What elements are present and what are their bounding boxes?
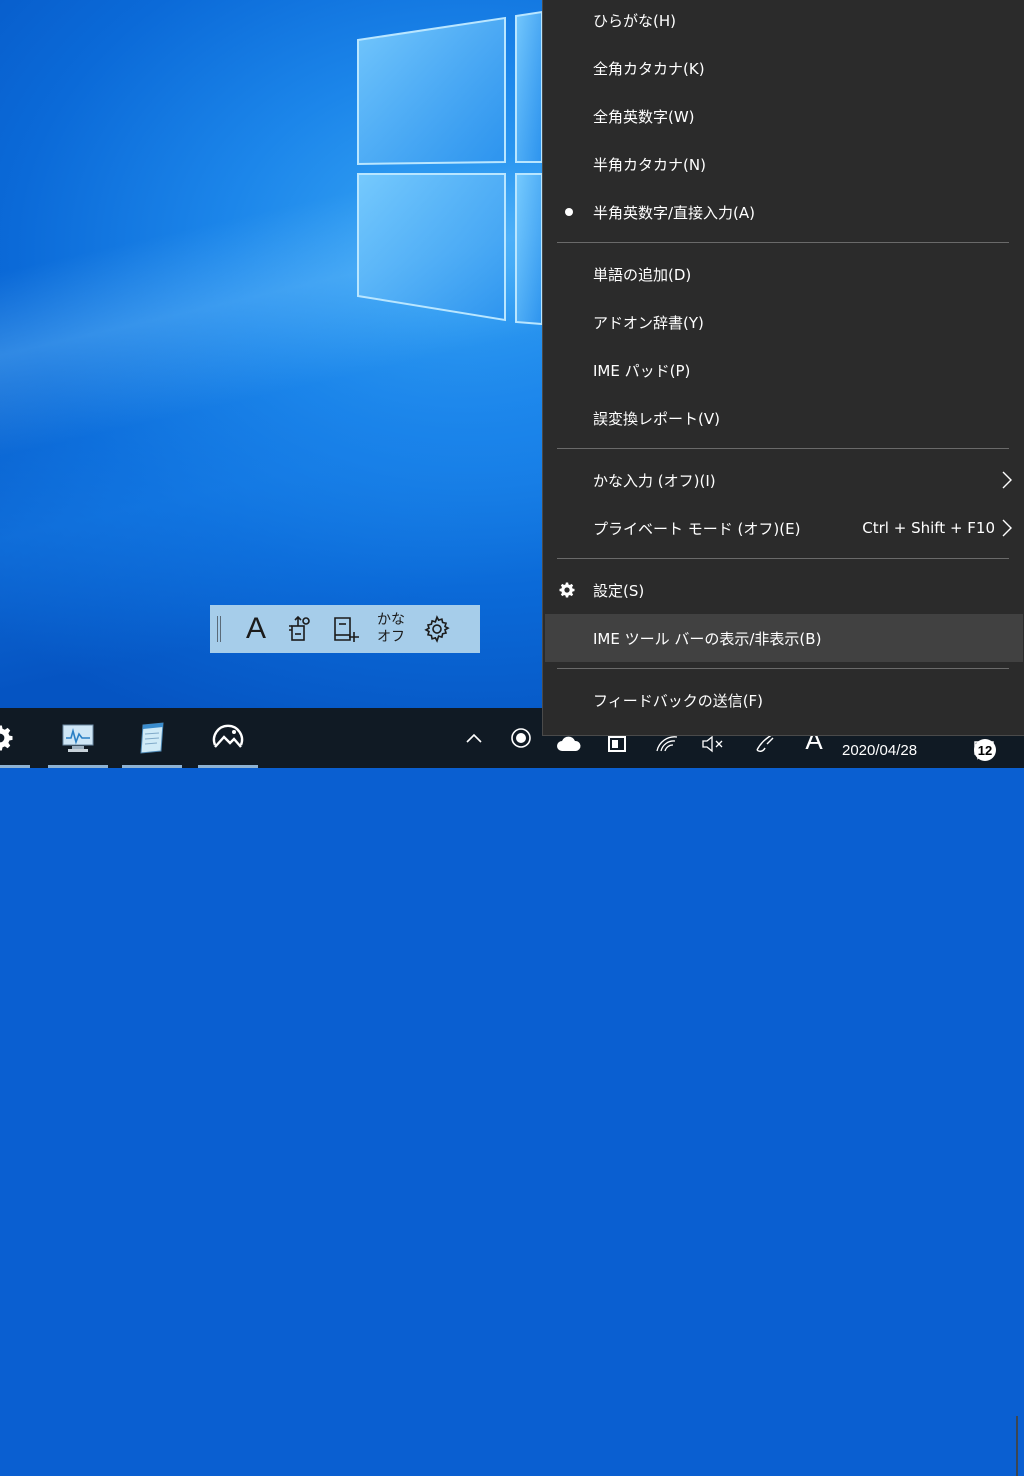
shortcut-label: Ctrl + Shift + F10: [862, 519, 995, 537]
menu-item-add-word[interactable]: 単語の追加(D): [543, 250, 1023, 298]
chevron-right-icon: [1002, 519, 1012, 537]
taskbar-app-notepad[interactable]: [122, 708, 182, 768]
menu-item-halfwidth-katakana[interactable]: 半角カタカナ(N): [543, 140, 1023, 188]
gear-icon: [559, 582, 575, 598]
menu-item-kana-input[interactable]: かな入力 (オフ)(I): [543, 456, 1023, 504]
menu-item-fullwidth-katakana[interactable]: 全角カタカナ(K): [543, 44, 1023, 92]
show-desktop-button[interactable]: [1016, 1416, 1018, 1476]
input-mode-button[interactable]: A: [236, 605, 276, 653]
grip-icon[interactable]: [216, 616, 224, 642]
menu-item-addon-dictionary[interactable]: アドオン辞書(Y): [543, 298, 1023, 346]
resource-monitor-icon: [62, 724, 94, 752]
menu-separator: [557, 448, 1009, 449]
tools-button[interactable]: [276, 605, 322, 653]
photos-icon: [212, 724, 244, 748]
ime-toolbar: A かな オフ: [210, 605, 480, 653]
chevron-right-icon: [1002, 471, 1012, 489]
menu-separator: [557, 558, 1009, 559]
settings-gear-icon: [424, 615, 450, 643]
menu-item-toggle-toolbar[interactable]: IME ツール バーの表示/非表示(B): [545, 614, 1023, 662]
taskbar-app-settings[interactable]: [0, 708, 30, 768]
dictionary-add-button[interactable]: [322, 605, 368, 653]
ime-settings-button[interactable]: [414, 605, 460, 653]
menu-item-ime-pad[interactable]: IME パッド(P): [543, 346, 1023, 394]
show-hidden-icons-chevron[interactable]: [462, 720, 486, 756]
menu-item-settings[interactable]: 設定(S): [543, 566, 1023, 614]
menu-item-fullwidth-alphanumeric[interactable]: 全角英数字(W): [543, 92, 1023, 140]
menu-item-private-mode[interactable]: プライベート モード (オフ)(E) Ctrl + Shift + F10: [543, 504, 1023, 552]
tools-icon: [289, 615, 310, 641]
notification-count-badge: 12: [974, 739, 996, 761]
off-label: オフ: [377, 629, 405, 645]
kana-off-toggle[interactable]: かな オフ: [368, 612, 414, 646]
menu-item-send-feedback[interactable]: フィードバックの送信(F): [543, 676, 1023, 724]
dictionary-add-icon: [334, 617, 359, 642]
notepad-icon: [140, 722, 164, 754]
input-mode-label: A: [245, 612, 266, 645]
menu-item-halfwidth-alphanumeric[interactable]: 半角英数字/直接入力(A): [543, 188, 1023, 236]
ime-context-menu: ひらがな(H) 全角カタカナ(K) 全角英数字(W) 半角カタカナ(N) 半角英…: [542, 0, 1024, 736]
record-icon[interactable]: [508, 720, 534, 756]
menu-item-conversion-report[interactable]: 誤変換レポート(V): [543, 394, 1023, 442]
menu-item-hiragana[interactable]: ひらがな(H): [543, 0, 1023, 44]
taskbar-app-photos[interactable]: [198, 708, 258, 768]
settings-icon: [0, 725, 13, 751]
taskbar-app-resource-monitor[interactable]: [48, 708, 108, 768]
kana-label: かな: [377, 612, 405, 628]
selected-bullet-icon: [565, 208, 573, 216]
menu-separator: [557, 242, 1009, 243]
taskbar-clock-date[interactable]: 2020/04/28: [842, 742, 917, 759]
menu-separator: [557, 668, 1009, 669]
